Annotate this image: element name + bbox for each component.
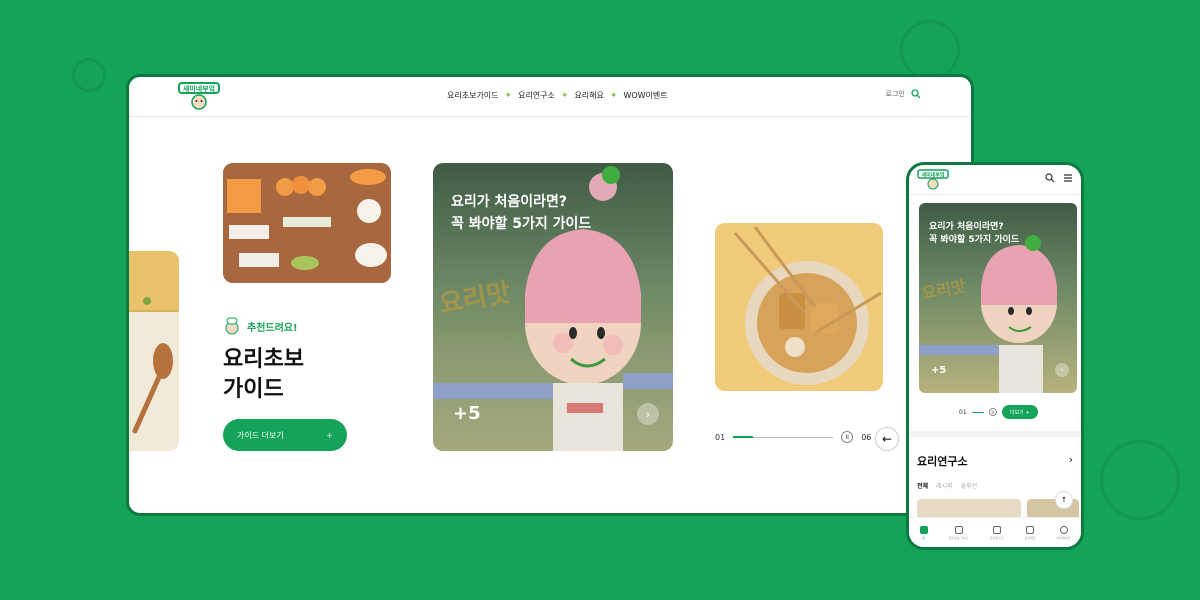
carousel-slide-partial[interactable] — [129, 251, 179, 451]
bottom-nav-label: 요리해요 — [1024, 535, 1036, 540]
mobile-header-icons — [1045, 173, 1073, 183]
fishcake-soup-image[interactable] — [715, 223, 883, 391]
tab-recipe[interactable]: 레시피 — [936, 481, 953, 490]
bottom-nav-label: 요리연구소 — [989, 535, 1004, 540]
tab-all[interactable]: 전체 — [917, 481, 928, 490]
book-icon — [954, 525, 963, 534]
arrow-up-icon[interactable]: ↑ — [1055, 491, 1073, 509]
card-title-line2: 꼭 봐야할 5가지 가이드 — [451, 216, 592, 232]
bottom-nav-home[interactable]: 홈 — [919, 525, 928, 540]
mobile-pager: 01 II 더보기 + — [959, 405, 1038, 419]
recommend-label: 추천드려요! — [247, 322, 298, 334]
mobile-pager-progress — [971, 411, 984, 413]
bg-doodle-circle — [900, 20, 960, 80]
bottom-nav-label: 마이페이지 — [1056, 535, 1071, 540]
recommend-row: 추천드려요! — [223, 317, 298, 335]
card-next-icon[interactable]: › — [1055, 363, 1069, 377]
carousel-pager: 01 II 06 — [715, 431, 871, 443]
bottom-nav-label: 홈 — [922, 535, 925, 540]
nav-item-lab[interactable]: 요리연구소 — [518, 90, 555, 101]
svg-text:요리맛: 요리맛 — [437, 278, 513, 320]
mobile-mockup: 새미네부엌 요리맛 요리가 처음이라면? 꼭 봐야할 5가지 가이드 +5 › … — [906, 162, 1084, 550]
lab-thumbnail[interactable] — [917, 499, 1021, 519]
pause-icon[interactable]: II — [841, 431, 854, 443]
card-next-icon[interactable]: › — [637, 403, 659, 425]
svg-text:요리맛: 요리맛 — [920, 277, 967, 303]
bg-doodle-circle — [1100, 440, 1180, 520]
pause-icon[interactable]: II — [988, 408, 997, 416]
desktop-header: 새미네부엌 요리초보가이드 ✦ 요리연구소 ✦ 요리해요 ✦ WOW이벤트 로그… — [129, 77, 971, 117]
nav-item-events[interactable]: WOW이벤트 — [623, 90, 667, 101]
star-separator-icon: ✦ — [609, 90, 618, 101]
mobile-guide-card[interactable]: 요리맛 요리가 처음이라면? 꼭 봐야할 5가지 가이드 +5 › — [919, 203, 1077, 393]
card-title-line1: 요리가 처음이라면? — [451, 194, 568, 210]
tab-solution[interactable]: 솔루션 — [961, 481, 978, 490]
user-icon — [1059, 525, 1068, 534]
mobile-pager-current: 01 — [959, 408, 967, 416]
mobile-bottom-nav: 홈 요리초보 가이드 요리연구소 요리해요 마이페이지 — [909, 517, 1081, 547]
search-icon[interactable] — [1045, 173, 1055, 183]
guide-heading-line2: 가이드 — [223, 377, 284, 402]
mobile-header: 새미네부엌 — [909, 165, 1081, 195]
card-title: 요리가 처음이라면? 꼭 봐야할 5가지 가이드 — [451, 191, 591, 235]
arrow-left-icon[interactable]: ← — [875, 427, 899, 451]
chef-hat-icon — [992, 525, 1001, 534]
nav-item-beginner-guide[interactable]: 요리초보가이드 — [447, 90, 499, 101]
search-icon[interactable] — [911, 89, 921, 99]
mobile-tabs: 전체 레시피 솔루션 — [917, 481, 977, 490]
menu-icon[interactable] — [1063, 173, 1073, 183]
main-nav: 요리초보가이드 ✦ 요리연구소 ✦ 요리해요 ✦ WOW이벤트 — [447, 90, 668, 101]
bottom-nav-label: 요리초보 가이드 — [948, 535, 969, 540]
star-separator-icon: ✦ — [560, 90, 569, 101]
mobile-card-count: +5 — [931, 365, 947, 376]
star-separator-icon: ✦ — [504, 90, 513, 101]
plus-icon: + — [326, 430, 333, 440]
bg-doodle-circle — [72, 58, 106, 92]
mobile-card-title-line2: 꼭 봐야할 5가지 가이드 — [929, 235, 1020, 245]
bottom-nav-mypage[interactable]: 마이페이지 — [1056, 525, 1071, 540]
chevron-right-icon[interactable]: › — [1069, 453, 1073, 466]
desktop-mockup: 새미네부엌 요리초보가이드 ✦ 요리연구소 ✦ 요리해요 ✦ WOW이벤트 로그… — [126, 74, 974, 516]
home-icon — [919, 525, 928, 534]
mobile-card-title: 요리가 처음이라면? 꼭 봐야할 5가지 가이드 — [929, 221, 1019, 247]
wooden-spoon-image — [129, 251, 179, 434]
bottom-nav-guide[interactable]: 요리초보 가이드 — [948, 525, 969, 540]
login-link[interactable]: 로그인 — [886, 89, 905, 99]
card-count: +5 — [453, 403, 481, 424]
mobile-section-title: 요리연구소 — [917, 455, 968, 468]
guide-card-featured[interactable]: 요리맛 요리가 처음이라면? 꼭 봐야할 5가지 가이드 +5 › — [433, 163, 673, 451]
guide-heading-line1: 요리초보 — [223, 347, 304, 372]
header-utilities: 로그인 — [886, 89, 921, 99]
sliced-vegetables-image — [223, 163, 391, 283]
pager-progress-bar — [733, 435, 834, 438]
bottom-nav-lab[interactable]: 요리연구소 — [989, 525, 1004, 540]
nav-item-cooking[interactable]: 요리해요 — [574, 90, 603, 101]
brand-logo[interactable]: 새미네부엌 — [917, 169, 949, 191]
pot-icon — [1026, 525, 1035, 534]
chef-mascot-icon — [225, 317, 239, 335]
svg-text:새미네부엌: 새미네부엌 — [183, 84, 215, 93]
section-divider — [909, 431, 1081, 437]
pager-current: 01 — [715, 432, 726, 442]
mobile-more-button[interactable]: 더보기 + — [1001, 405, 1038, 419]
pager-total: 06 — [861, 432, 872, 442]
guide-heading: 요리초보 가이드 — [223, 345, 304, 405]
bottom-nav-cooking[interactable]: 요리해요 — [1024, 525, 1036, 540]
guide-more-label: 가이드 더보기 — [237, 430, 284, 440]
svg-text:새미네부엌: 새미네부엌 — [921, 172, 944, 179]
mobile-card-title-line1: 요리가 처음이라면? — [929, 222, 1004, 232]
guide-more-button[interactable]: 가이드 더보기 + — [223, 419, 347, 451]
brand-logo[interactable]: 새미네부엌 — [177, 81, 221, 111]
